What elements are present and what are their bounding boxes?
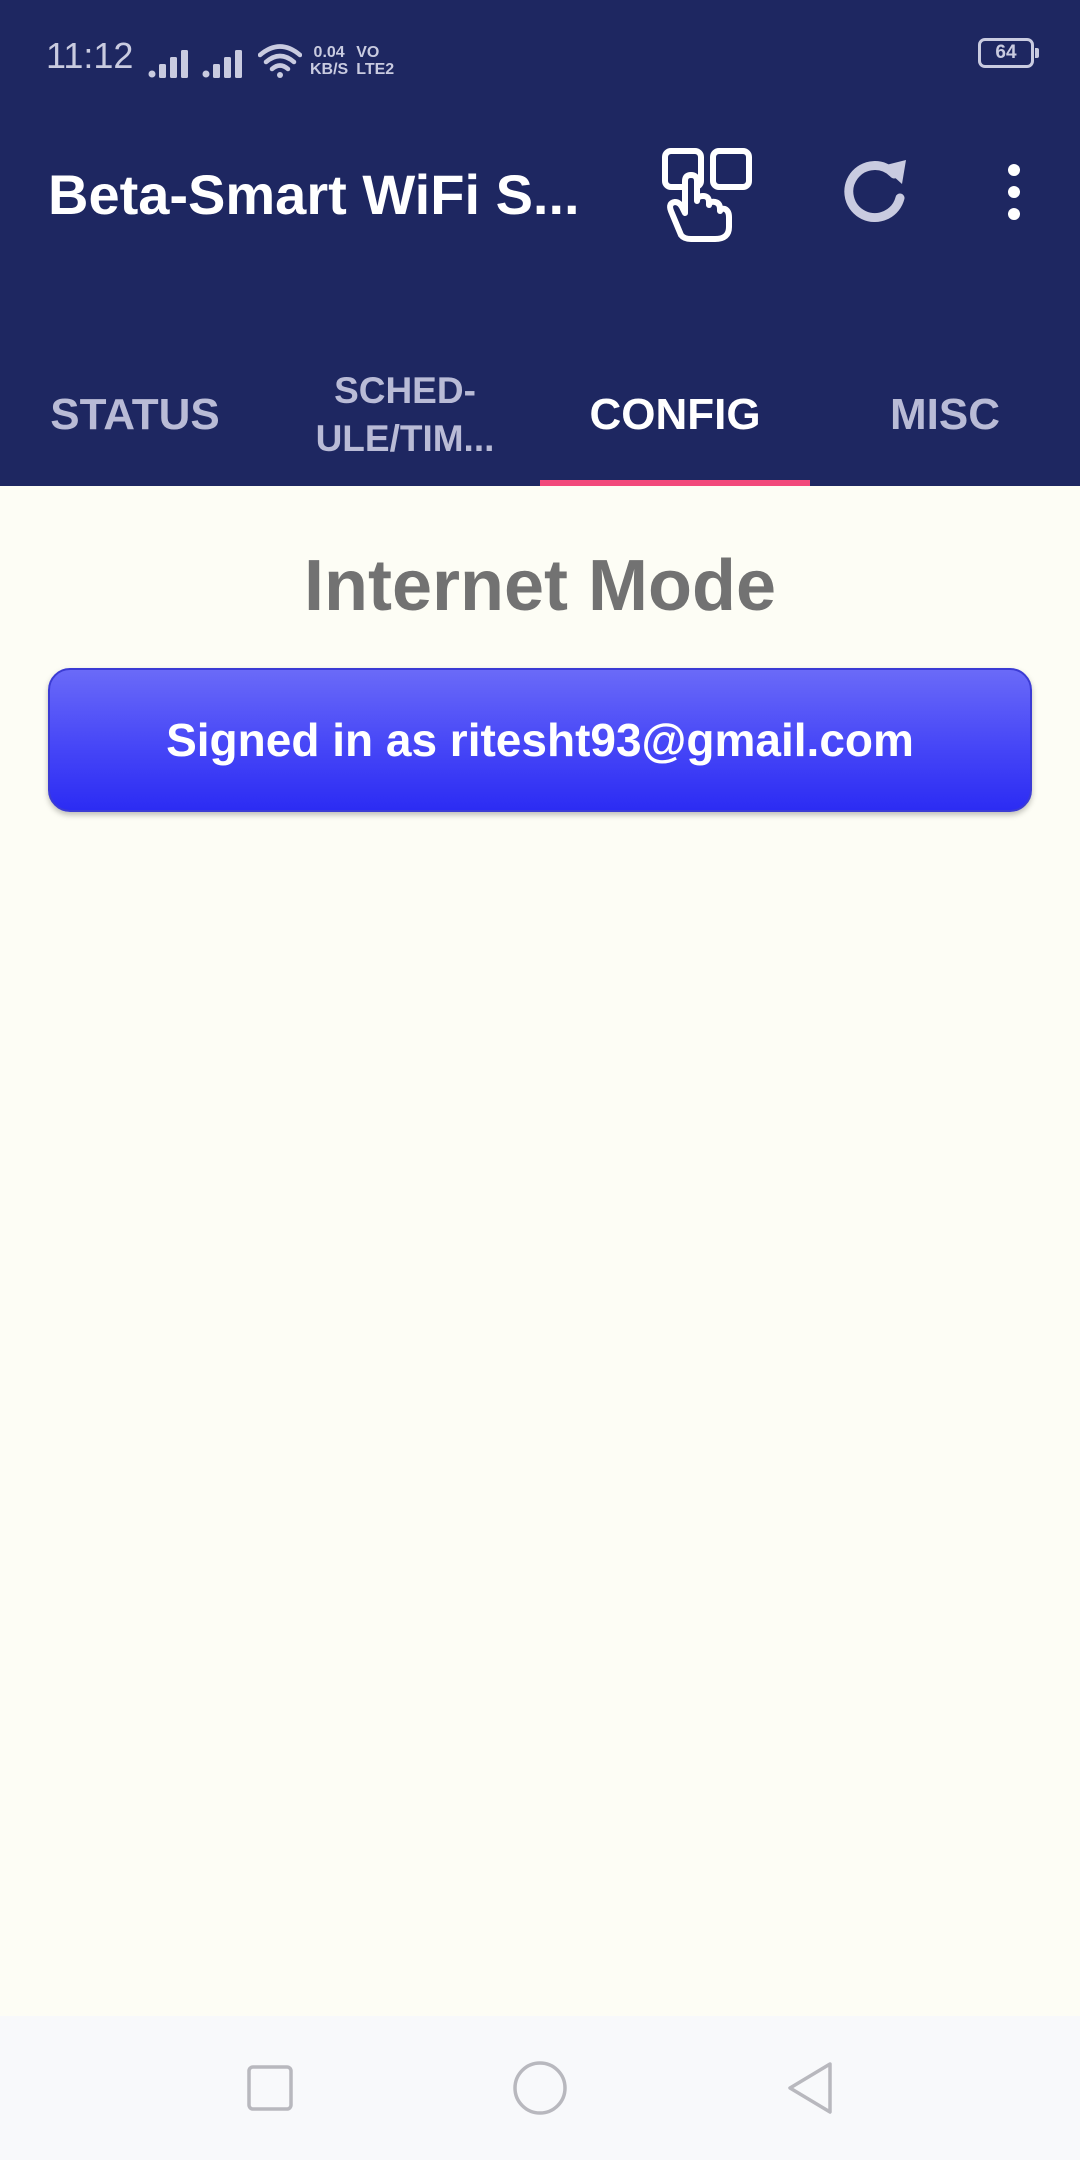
signed-in-account-button[interactable]: Signed in as ritesht93@gmail.com — [48, 668, 1032, 812]
signal-strength-icon — [202, 50, 242, 78]
tab-schedule-timer[interactable]: SCHED- ULE/TIM... — [270, 350, 540, 486]
wifi-icon — [258, 44, 302, 78]
recents-button[interactable] — [220, 2038, 320, 2138]
back-button[interactable] — [760, 2038, 860, 2138]
tab-status[interactable]: STATUS — [0, 350, 270, 486]
status-time: 11:12 — [46, 35, 134, 76]
tab-bar: STATUS SCHED- ULE/TIM... CONFIG MISC — [0, 350, 1080, 486]
recents-square-icon — [247, 2065, 293, 2111]
more-vert-icon — [1008, 164, 1020, 220]
touch-select-icon — [662, 148, 752, 242]
status-icons: 0.04 KB/S VO LTE2 — [148, 34, 394, 78]
app-header: 11:12 0.04 KB/S VO LTE2 64 Beta-Smart Wi… — [0, 0, 1080, 486]
home-button[interactable] — [490, 2038, 590, 2138]
network-speed: 0.04 KB/S — [310, 44, 349, 78]
home-circle-icon — [513, 2061, 567, 2115]
volte-indicator: VO LTE2 — [356, 44, 395, 78]
refresh-button[interactable] — [826, 142, 926, 242]
signal-strength-icon — [148, 50, 188, 78]
tab-config[interactable]: CONFIG — [540, 350, 810, 486]
battery-icon: 64 — [978, 38, 1039, 68]
refresh-icon — [844, 160, 906, 223]
tab-misc[interactable]: MISC — [810, 350, 1080, 486]
app-title: Beta-Smart WiFi S... — [48, 163, 580, 226]
touch-select-button[interactable] — [652, 140, 762, 250]
system-navigation-bar — [0, 2016, 1080, 2160]
section-title: Internet Mode — [303, 546, 776, 626]
back-triangle-icon — [788, 2062, 832, 2114]
status-bar: 11:12 0.04 KB/S VO LTE2 64 — [0, 0, 1080, 110]
overflow-menu-button[interactable] — [990, 142, 1038, 242]
